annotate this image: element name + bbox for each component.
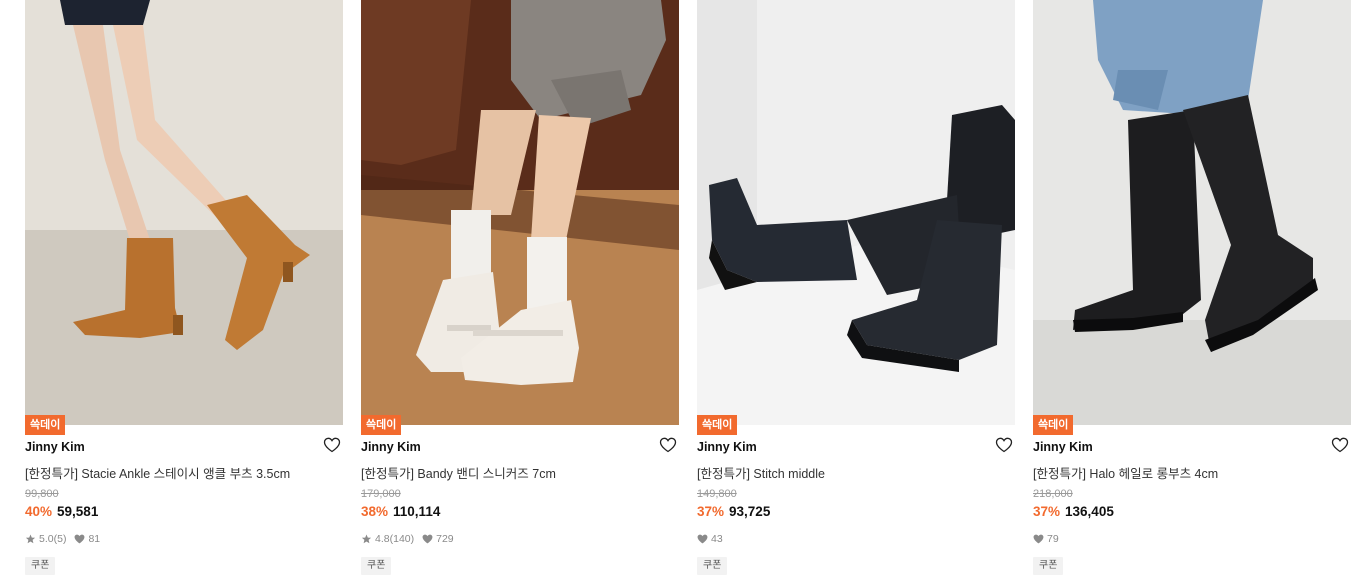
product-stats: 43 bbox=[697, 533, 731, 545]
sale-price: 93,725 bbox=[729, 504, 771, 519]
product-photo[interactable] bbox=[697, 0, 1015, 425]
brand-name[interactable]: Jinny Kim bbox=[361, 440, 421, 454]
like-count: 79 bbox=[1047, 533, 1059, 545]
original-price: 218,000 bbox=[1033, 488, 1073, 500]
product-card[interactable]: 쓱데이 Jinny Kim [한정특가] Bandy 밴디 스니커즈 7cm 1… bbox=[361, 0, 679, 588]
rating: 4.8 (140) bbox=[361, 533, 414, 545]
product-photo[interactable] bbox=[25, 0, 343, 425]
heart-icon[interactable] bbox=[1331, 437, 1349, 453]
discount-rate: 38% bbox=[361, 504, 389, 519]
original-price: 149,800 bbox=[697, 488, 737, 500]
likes: 81 bbox=[74, 533, 100, 545]
discount-rate: 37% bbox=[1033, 504, 1061, 519]
price-line: 37% 93,725 bbox=[697, 504, 770, 519]
product-photo[interactable] bbox=[1033, 0, 1351, 425]
original-price: 99,800 bbox=[25, 488, 59, 500]
promo-badge: 쓱데이 bbox=[1033, 415, 1074, 435]
like-heart-icon bbox=[1033, 534, 1044, 544]
coupon-tag[interactable]: 쿠폰 bbox=[25, 557, 56, 575]
review-count: (140) bbox=[389, 533, 415, 545]
middle-boot-photo bbox=[697, 0, 1015, 425]
original-price: 179,000 bbox=[361, 488, 401, 500]
brand-name[interactable]: Jinny Kim bbox=[1033, 440, 1093, 454]
product-grid: 쓱데이 Jinny Kim [한정특가] Stacie Ankle 스테이시 앵… bbox=[0, 0, 1355, 588]
long-boot-photo bbox=[1033, 0, 1351, 425]
promo-badge: 쓱데이 bbox=[25, 415, 66, 435]
product-stats: 4.8 (140) 729 bbox=[361, 533, 462, 545]
product-name[interactable]: [한정특가] Stitch middle bbox=[697, 463, 825, 482]
ankle-boot-photo bbox=[25, 0, 343, 425]
heart-icon[interactable] bbox=[659, 437, 677, 453]
star-icon bbox=[25, 534, 36, 544]
like-count: 81 bbox=[88, 533, 101, 545]
product-name[interactable]: [한정특가] Halo 헤일로 롱부츠 4cm bbox=[1033, 463, 1218, 482]
sale-price: 110,114 bbox=[393, 504, 441, 519]
heart-icon[interactable] bbox=[323, 437, 341, 453]
price-line: 38% 110,114 bbox=[361, 504, 440, 519]
likes: 729 bbox=[422, 533, 454, 545]
review-count: (5) bbox=[53, 533, 67, 545]
discount-rate: 37% bbox=[697, 504, 725, 519]
sneaker-photo bbox=[361, 0, 679, 425]
like-count: 729 bbox=[436, 533, 454, 545]
brand-name[interactable]: Jinny Kim bbox=[697, 440, 757, 454]
like-heart-icon bbox=[75, 534, 85, 544]
coupon-tag[interactable]: 쿠폰 bbox=[697, 557, 728, 575]
product-card[interactable]: 쓱데이 Jinny Kim [한정특가] Stitch middle 149,8… bbox=[697, 0, 1015, 588]
product-card[interactable]: 쓱데이 Jinny Kim [한정특가] Stacie Ankle 스테이시 앵… bbox=[25, 0, 343, 588]
star-icon bbox=[361, 534, 372, 544]
heart-icon[interactable] bbox=[995, 437, 1013, 453]
rating-value: 4.8 bbox=[375, 533, 390, 545]
like-count: 43 bbox=[711, 533, 723, 545]
promo-badge: 쓱데이 bbox=[697, 415, 738, 435]
product-name[interactable]: [한정특가] Bandy 밴디 스니커즈 7cm bbox=[361, 463, 556, 482]
sale-price: 59,581 bbox=[57, 504, 99, 519]
price-line: 37% 136,405 bbox=[1033, 504, 1114, 519]
promo-badge: 쓱데이 bbox=[361, 415, 402, 435]
product-name[interactable]: [한정특가] Stacie Ankle 스테이시 앵클 부츠 3.5cm bbox=[25, 463, 290, 482]
product-photo[interactable] bbox=[361, 0, 679, 425]
rating-value: 5.0 bbox=[39, 533, 54, 545]
coupon-tag[interactable]: 쿠폰 bbox=[361, 557, 392, 575]
product-stats: 5.0 (5) 81 bbox=[25, 533, 108, 545]
rating: 5.0 (5) bbox=[25, 533, 66, 545]
price-line: 40% 59,581 bbox=[25, 504, 98, 519]
discount-rate: 40% bbox=[25, 504, 53, 519]
likes: 43 bbox=[697, 533, 723, 545]
likes: 79 bbox=[1033, 533, 1059, 545]
brand-name[interactable]: Jinny Kim bbox=[25, 440, 85, 454]
product-stats: 79 bbox=[1033, 533, 1067, 545]
sale-price: 136,405 bbox=[1065, 504, 1114, 519]
product-card[interactable]: 쓱데이 Jinny Kim [한정특가] Halo 헤일로 롱부츠 4cm 21… bbox=[1033, 0, 1351, 588]
like-heart-icon bbox=[697, 534, 708, 544]
coupon-tag[interactable]: 쿠폰 bbox=[1033, 557, 1064, 575]
like-heart-icon bbox=[422, 534, 433, 544]
